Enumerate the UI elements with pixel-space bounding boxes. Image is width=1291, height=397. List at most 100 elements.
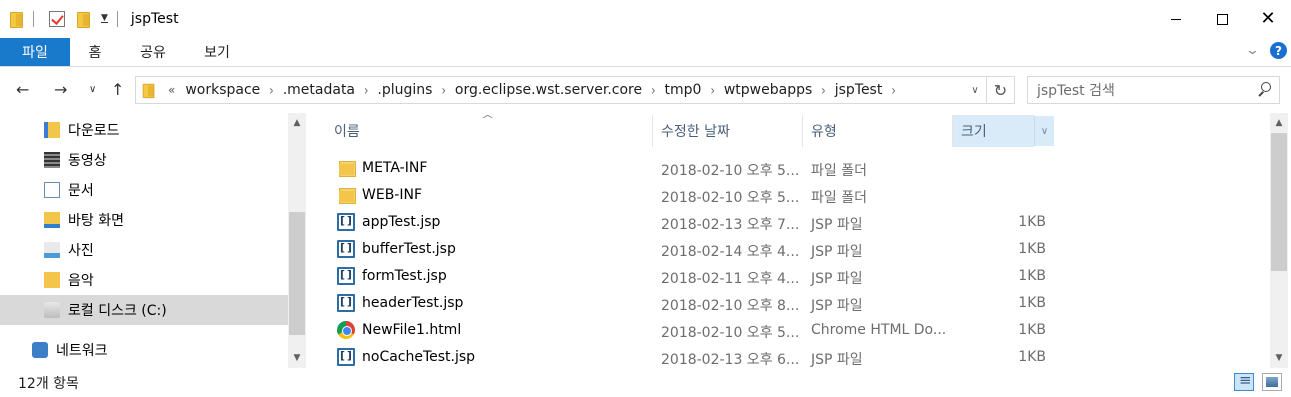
divider [33, 11, 34, 27]
item-count: 12개 항목 [18, 376, 79, 392]
file-type: JSP 파일 [811, 352, 863, 368]
breadcrumb-workspace[interactable]: workspace [181, 82, 264, 98]
window-title: jspTest [130, 11, 179, 27]
sidebar-item-6[interactable]: 로컬 디스크 (C:) [0, 295, 288, 325]
details-view-icon[interactable] [1234, 371, 1254, 391]
breadcrumb-tmp0[interactable]: tmp0 [661, 82, 706, 98]
navigation-pane-scrollbar[interactable]: ▲ ▼ [288, 113, 306, 368]
up-arrow-icon[interactable]: ↑ [111, 80, 124, 99]
column-header-date[interactable]: 수정한 날짜 [653, 115, 802, 147]
column-header-size[interactable]: 크기 [953, 115, 1034, 147]
breadcrumb-overflow[interactable]: « [168, 83, 175, 97]
file-type: Chrome HTML Do... [811, 322, 947, 338]
file-date: 2018-02-10 오후 8... [661, 298, 800, 314]
navigation-bar: ← → ∨ ↑ « workspace › .metadata › .plugi… [0, 68, 1291, 112]
file-row[interactable]: headerTest.jsp 2018-02-10 오후 8... JSP 파일 1K… [310, 290, 1270, 317]
properties-icon[interactable] [49, 11, 65, 27]
file-name: formTest.jsp [362, 268, 447, 284]
file-date: 2018-02-10 오후 5... [661, 325, 800, 341]
scroll-down-icon[interactable]: ▼ [288, 350, 306, 366]
desktop-folder-icon [44, 212, 60, 228]
refresh-button[interactable]: ↻ [987, 76, 1015, 104]
jsp-file-icon [337, 240, 355, 258]
file-row[interactable]: noCacheTest.jsp 2018-02-13 오후 6... JSP 파일 1… [310, 344, 1270, 371]
sidebar-item-label: 네트워크 [56, 343, 108, 359]
search-input[interactable]: jspTest 검색 [1027, 76, 1280, 104]
file-date: 2018-02-11 오후 4... [661, 271, 800, 287]
scroll-up-icon[interactable]: ▲ [1270, 115, 1288, 131]
sidebar-item-7[interactable]: 네트워크 [0, 335, 288, 365]
breadcrumb-plugins[interactable]: .plugins [373, 82, 436, 98]
customize-toolbar-chevron-down-icon[interactable]: ▼ [101, 14, 108, 23]
close-button[interactable]: ✕ [1245, 0, 1291, 38]
sidebar-item-5[interactable]: 음악 [0, 265, 288, 295]
breadcrumb-chevron-right-icon[interactable]: › [264, 82, 278, 99]
sidebar-item-3[interactable]: 바탕 화면 [0, 205, 288, 235]
sidebar-item-1[interactable]: 동영상 [0, 145, 288, 175]
breadcrumb-chevron-right-icon[interactable]: › [646, 82, 660, 99]
file-row[interactable]: WEB-INF 2018-02-10 오후 5... 파일 폴더 [310, 182, 1270, 209]
sidebar-item-4[interactable]: 사진 [0, 235, 288, 265]
minimize-button[interactable] [1153, 0, 1199, 38]
file-size: 1KB [1018, 349, 1046, 365]
sidebar-item-0[interactable]: 다운로드 [0, 115, 288, 145]
address-history-chevron-down-icon[interactable]: ∨ [964, 77, 986, 103]
size-filter-chevron-down-icon[interactable]: ∨ [1034, 116, 1054, 146]
breadcrumb-server-core[interactable]: org.eclipse.wst.server.core [451, 82, 646, 98]
help-icon[interactable]: ? [1270, 42, 1287, 59]
column-header-name[interactable]: 이름 [326, 115, 652, 147]
folder-icon[interactable] [10, 11, 24, 28]
scrollbar-thumb[interactable] [289, 212, 305, 335]
sidebar-item-label: 바탕 화면 [68, 213, 124, 229]
recent-locations-chevron-down-icon[interactable]: ∨ [89, 84, 96, 95]
navigation-pane: 다운로드 동영상 문서바탕 화면사진음악로컬 디스크 (C:) 네트워크 [0, 113, 310, 368]
file-type: JSP 파일 [811, 217, 863, 233]
breadcrumb-chevron-right-icon[interactable]: › [816, 82, 830, 99]
divider [116, 11, 118, 27]
breadcrumb-chevron-right-icon[interactable]: › [705, 82, 719, 99]
breadcrumb-wtpwebapps[interactable]: wtpwebapps [720, 82, 816, 98]
expand-ribbon-chevron-down-icon[interactable]: ⌄ [1245, 43, 1260, 58]
tab-file[interactable]: 파일 [0, 38, 70, 66]
file-size: 1KB [1018, 295, 1046, 311]
forward-arrow-icon[interactable]: → [54, 80, 67, 99]
file-name: appTest.jsp [362, 214, 441, 230]
large-icons-view-icon[interactable] [1262, 373, 1282, 391]
file-row[interactable]: bufferTest.jsp 2018-02-14 오후 4... JSP 파일 1K… [310, 236, 1270, 263]
download-folder-icon [44, 122, 60, 138]
file-row[interactable]: formTest.jsp 2018-02-11 오후 4... JSP 파일 1KB [310, 263, 1270, 290]
file-list: ^ 이름 수정한 날짜 유형 크기 META-INF 2018-02-10 오후 … [310, 113, 1270, 368]
tab-view[interactable]: 보기 [196, 38, 238, 66]
maximize-button[interactable] [1199, 0, 1245, 38]
scrollbar-thumb[interactable] [1271, 133, 1287, 271]
sidebar-item-label: 사진 [68, 243, 94, 259]
tab-share[interactable]: 공유 [132, 38, 174, 66]
breadcrumb-chevron-right-icon[interactable]: › [886, 82, 900, 99]
status-bar: 12개 항목 [0, 368, 1291, 397]
sidebar-item-label: 로컬 디스크 (C:) [68, 303, 167, 319]
scroll-down-icon[interactable]: ▼ [1270, 350, 1288, 366]
title-bar: ▼ jspTest ✕ [0, 0, 1291, 38]
breadcrumb-jsptest[interactable]: jspTest [831, 82, 887, 98]
new-folder-icon[interactable] [77, 11, 91, 28]
sidebar-item-2[interactable]: 문서 [0, 175, 288, 205]
jsp-file-icon [337, 348, 355, 366]
file-size: 1KB [1018, 241, 1046, 257]
column-header-type[interactable]: 유형 [803, 115, 952, 147]
search-icon[interactable] [1257, 82, 1271, 96]
file-row[interactable]: appTest.jsp 2018-02-13 오후 7... JSP 파일 1KB [310, 209, 1270, 236]
breadcrumb-chevron-right-icon[interactable]: › [359, 82, 373, 99]
address-bar[interactable]: « workspace › .metadata › .plugins › org… [135, 76, 987, 104]
breadcrumb-metadata[interactable]: .metadata [279, 82, 359, 98]
file-date: 2018-02-14 오후 4... [661, 244, 800, 260]
back-arrow-icon[interactable]: ← [16, 80, 29, 99]
file-list-scrollbar[interactable]: ▲ ▼ [1270, 113, 1288, 368]
scroll-up-icon[interactable]: ▲ [288, 115, 306, 131]
file-type: 파일 폴더 [811, 163, 867, 179]
address-folder-icon [142, 83, 156, 99]
breadcrumb-chevron-right-icon[interactable]: › [436, 82, 450, 99]
pictures-folder-icon [44, 242, 60, 258]
tab-home[interactable]: 홈 [78, 38, 112, 66]
file-row[interactable]: META-INF 2018-02-10 오후 5... 파일 폴더 [310, 155, 1270, 182]
file-row[interactable]: NewFile1.html 2018-02-10 오후 5... Chrome HT… [310, 317, 1270, 344]
